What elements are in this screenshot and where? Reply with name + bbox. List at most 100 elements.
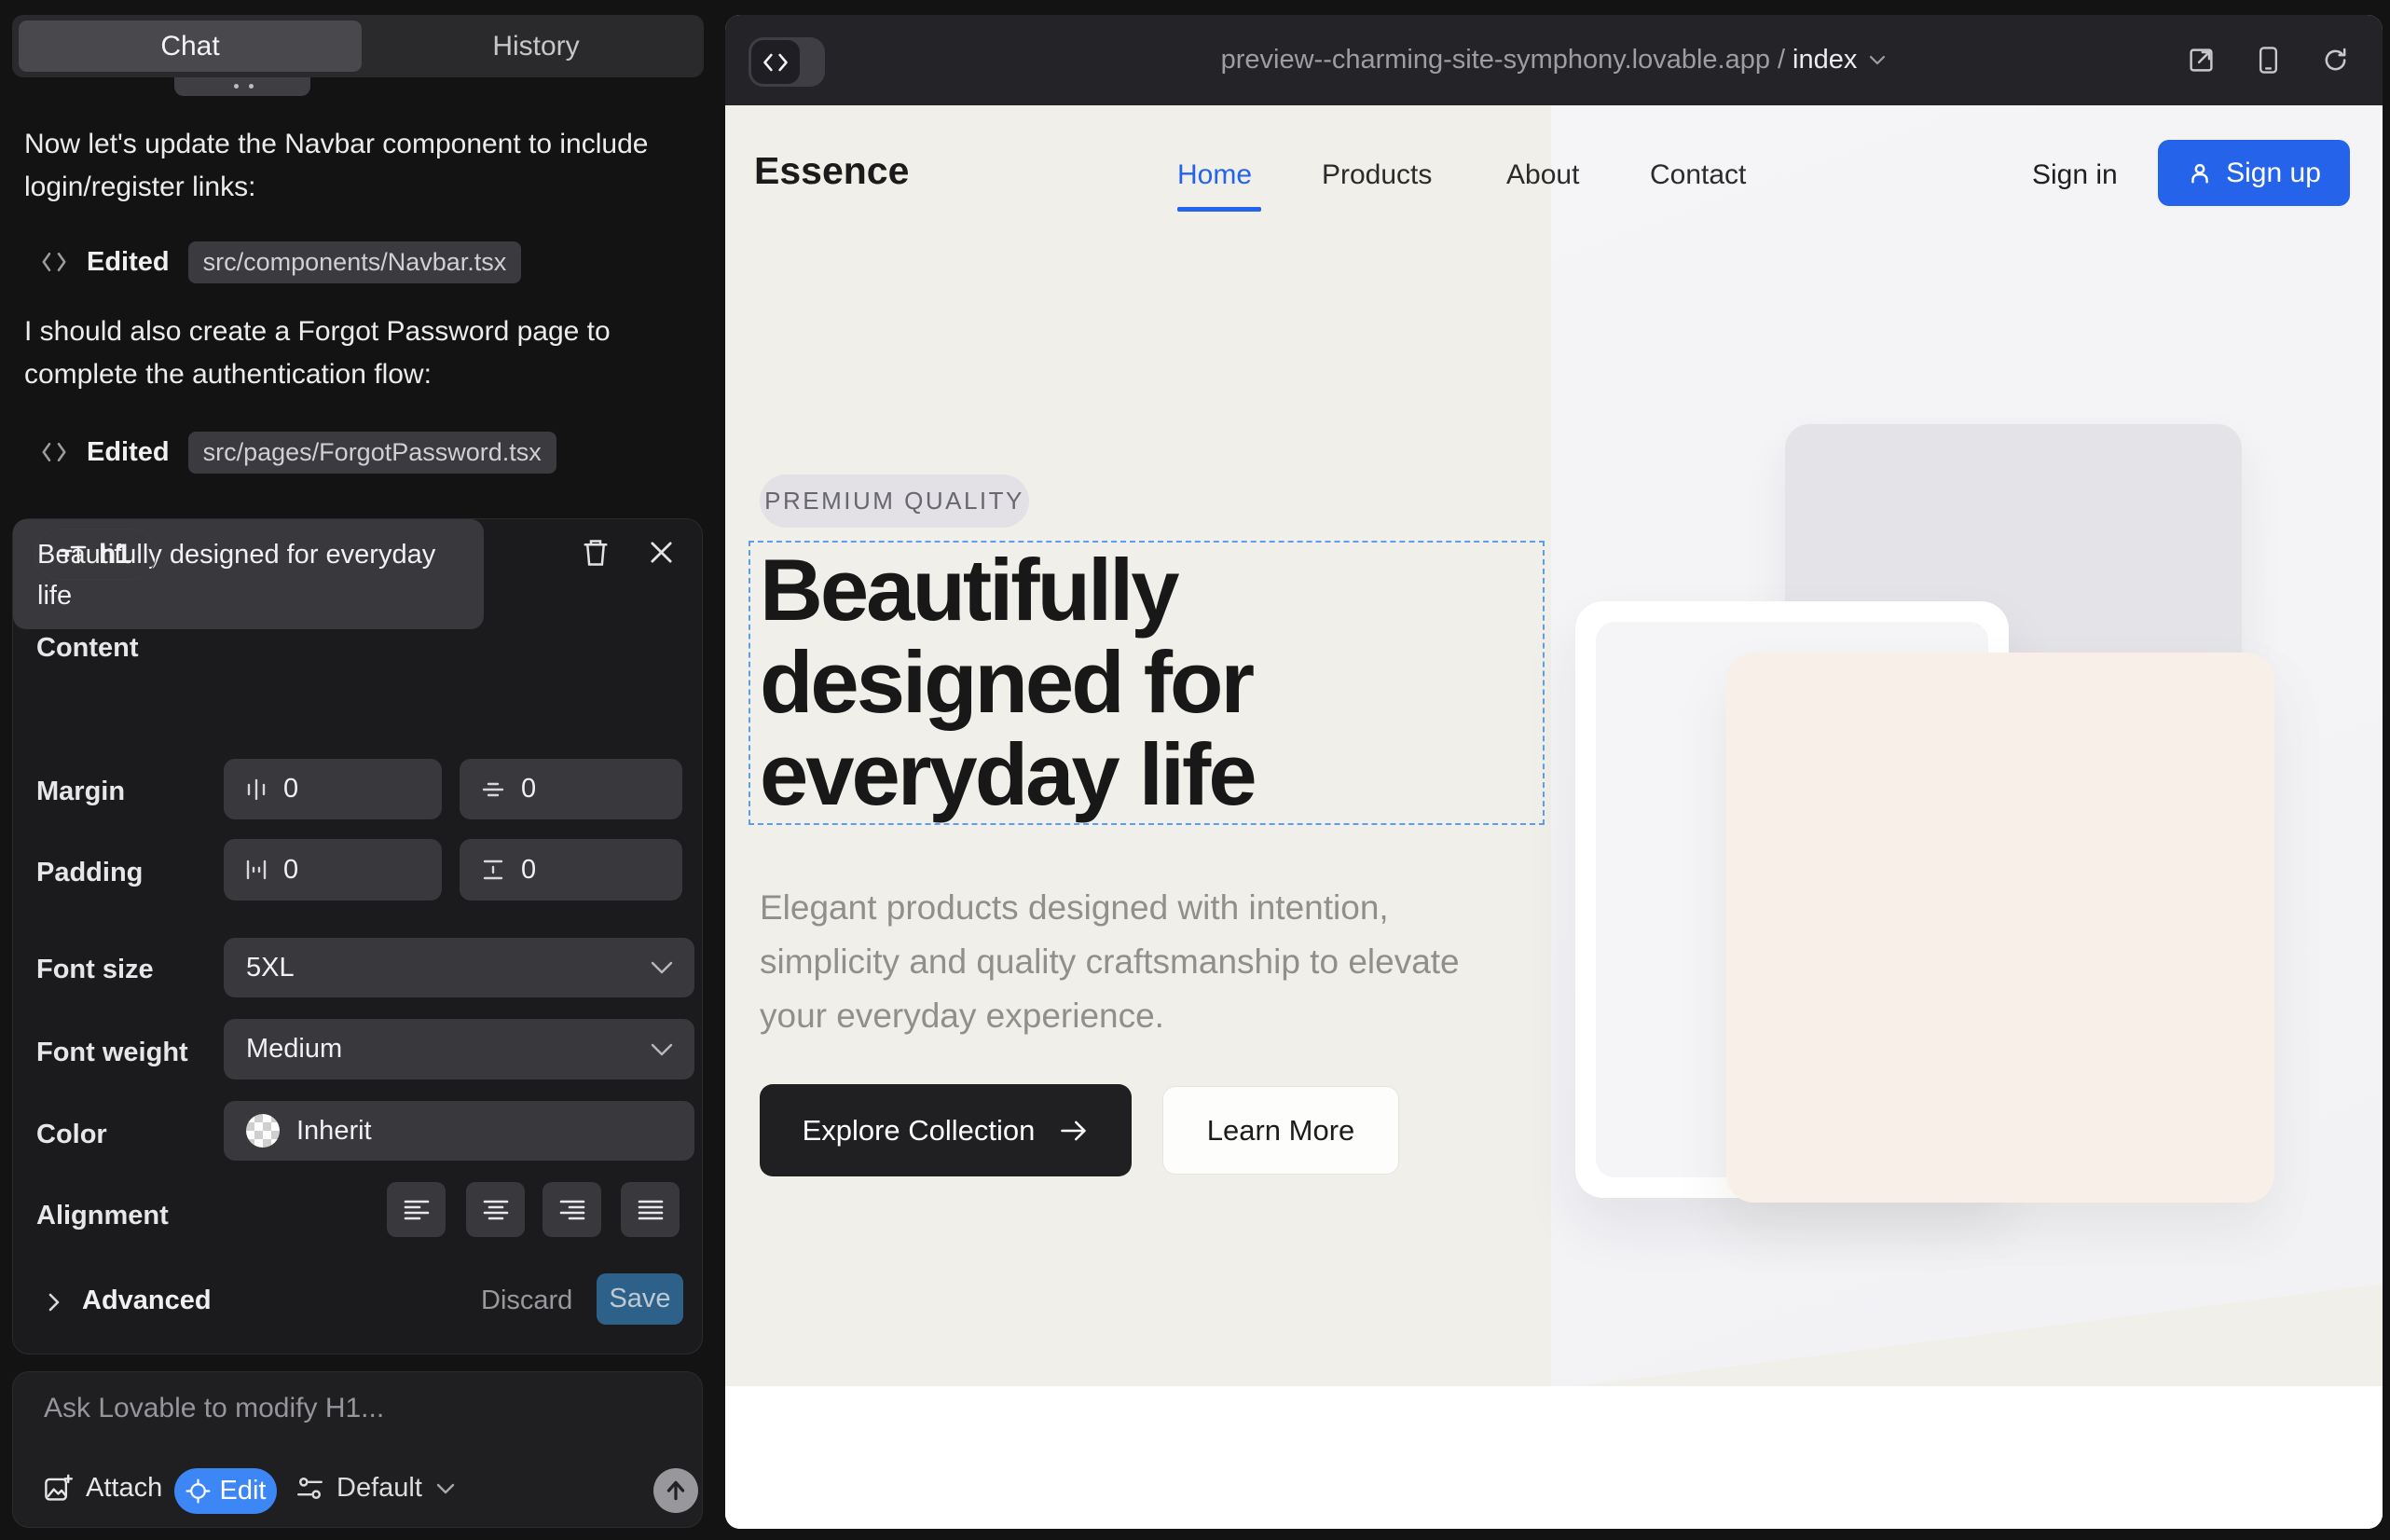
alignment-label: Alignment [36, 1201, 169, 1231]
mode-label: Default [337, 1473, 422, 1504]
margin-y-input[interactable]: 0 [460, 759, 682, 819]
send-button[interactable] [653, 1468, 698, 1513]
sign-in-link[interactable]: Sign in [2032, 159, 2118, 191]
edited-file-chip[interactable]: src/components/Navbar.tsx [188, 241, 522, 283]
padding-x-value: 0 [283, 855, 298, 886]
sign-up-label: Sign up [2226, 158, 2321, 189]
font-size-value: 5XL [246, 953, 295, 983]
chevron-right-icon [47, 1291, 62, 1313]
file-edit-row: Edited src/components/Navbar.tsx [40, 241, 521, 283]
nav-link-home[interactable]: Home [1177, 159, 1252, 191]
open-external-icon[interactable] [2188, 47, 2215, 74]
composer-input[interactable] [44, 1393, 678, 1441]
margin-x-value: 0 [283, 774, 298, 804]
padding-vertical-icon [480, 857, 506, 883]
preview-page: index [1792, 45, 1857, 76]
edited-label: Edited [87, 247, 170, 278]
align-center-button[interactable] [466, 1182, 525, 1237]
padding-x-input[interactable]: 0 [224, 839, 442, 901]
nav-link-products[interactable]: Products [1322, 159, 1432, 191]
margin-x-input[interactable]: 0 [224, 759, 442, 819]
code-icon [40, 440, 68, 464]
margin-label: Margin [36, 777, 125, 807]
explore-collection-button[interactable]: Explore Collection [760, 1084, 1132, 1176]
margin-y-value: 0 [521, 774, 536, 804]
scrolled-message-pill [174, 77, 310, 96]
margin-horizontal-icon [244, 777, 268, 803]
align-justify-button[interactable] [621, 1182, 680, 1237]
preview-url: preview--charming-site-symphony.lovable.… [1221, 45, 1770, 76]
color-select[interactable]: Inherit [224, 1101, 694, 1161]
lovable-workspace: Chat History Now let's update the Navbar… [0, 0, 2390, 1540]
element-tag-label: h1 [99, 539, 131, 571]
color-label: Color [36, 1120, 107, 1150]
site-navbar: Essence Home Products About Contact Sign… [725, 105, 2383, 245]
chevron-down-icon [650, 960, 674, 975]
attach-button[interactable]: Attach [44, 1473, 162, 1504]
save-button[interactable]: Save [597, 1273, 683, 1325]
color-value: Inherit [296, 1116, 372, 1147]
refresh-icon[interactable] [2322, 47, 2349, 74]
file-edit-row: Edited src/pages/ForgotPassword.tsx [40, 431, 556, 474]
nav-link-contact[interactable]: Contact [1650, 159, 1746, 191]
padding-label: Padding [36, 858, 143, 888]
chevron-down-icon [650, 1042, 674, 1057]
arrow-right-icon [1059, 1119, 1089, 1143]
assistant-message: I should also create a Forgot Password p… [24, 310, 677, 396]
cta-primary-label: Explore Collection [803, 1114, 1036, 1148]
text-size-icon [60, 542, 88, 568]
learn-more-button[interactable]: Learn More [1162, 1086, 1399, 1175]
align-left-button[interactable] [387, 1182, 446, 1237]
next-section-background [725, 1386, 2383, 1529]
advanced-toggle[interactable]: Advanced [82, 1286, 212, 1316]
color-swatch-icon [246, 1114, 280, 1148]
preview-url-bar[interactable]: preview--charming-site-symphony.lovable.… [725, 15, 2383, 105]
element-editor-panel: h1 Content Beautifully designed for ever… [12, 518, 703, 1354]
selected-element-tag: h1 [34, 529, 157, 580]
font-weight-value: Medium [246, 1034, 342, 1065]
padding-y-value: 0 [521, 855, 536, 886]
font-weight-select[interactable]: Medium [224, 1019, 694, 1079]
chevron-down-icon [1868, 54, 1887, 66]
hero-heading[interactable]: Beautifully designed for everyday life [760, 543, 1543, 820]
site-brand[interactable]: Essence [754, 149, 909, 193]
assistant-message: Now let's update the Navbar component to… [24, 123, 677, 209]
nav-link-about[interactable]: About [1506, 159, 1579, 191]
edited-file-chip[interactable]: src/pages/ForgotPassword.tsx [188, 432, 556, 474]
crosshair-icon [185, 1478, 211, 1504]
preview-topbar: preview--charming-site-symphony.lovable.… [725, 15, 2383, 105]
dot-icon [234, 84, 239, 89]
edit-mode-button[interactable]: Edit [174, 1468, 277, 1514]
attach-label: Attach [86, 1473, 162, 1504]
font-size-select[interactable]: 5XL [224, 938, 694, 997]
close-icon[interactable] [648, 539, 675, 566]
dot-icon [249, 84, 254, 89]
padding-horizontal-icon [244, 857, 268, 883]
active-nav-underline [1177, 207, 1261, 212]
decor-card-cream [1726, 653, 2274, 1203]
tab-history[interactable]: History [368, 15, 704, 77]
discard-button[interactable]: Discard [481, 1286, 572, 1316]
align-right-button[interactable] [543, 1182, 601, 1237]
mode-selector[interactable]: Default [296, 1473, 456, 1504]
attach-image-icon [44, 1474, 73, 1503]
sign-up-button[interactable]: Sign up [2158, 140, 2350, 206]
mobile-view-icon[interactable] [2256, 46, 2281, 75]
padding-y-input[interactable]: 0 [460, 839, 682, 901]
user-icon [2187, 160, 2213, 186]
delete-element-button[interactable] [582, 537, 610, 569]
margin-vertical-icon [480, 777, 506, 802]
url-separator: / [1778, 45, 1785, 76]
preview-panel: preview--charming-site-symphony.lovable.… [725, 15, 2383, 1529]
edit-label: Edit [220, 1476, 267, 1506]
chat-history-tabbar: Chat History [12, 15, 704, 77]
sliders-icon [296, 1474, 323, 1503]
tab-chat[interactable]: Chat [19, 21, 362, 72]
font-size-label: Font size [36, 955, 154, 985]
code-icon [40, 250, 68, 274]
chat-composer: Attach Edit Default [12, 1371, 703, 1528]
edited-label: Edited [87, 437, 170, 468]
hero-paragraph: Elegant products designed with intention… [760, 881, 1515, 1043]
font-weight-label: Font weight [36, 1038, 188, 1068]
site-canvas: Essence Home Products About Contact Sign… [725, 105, 2383, 1529]
